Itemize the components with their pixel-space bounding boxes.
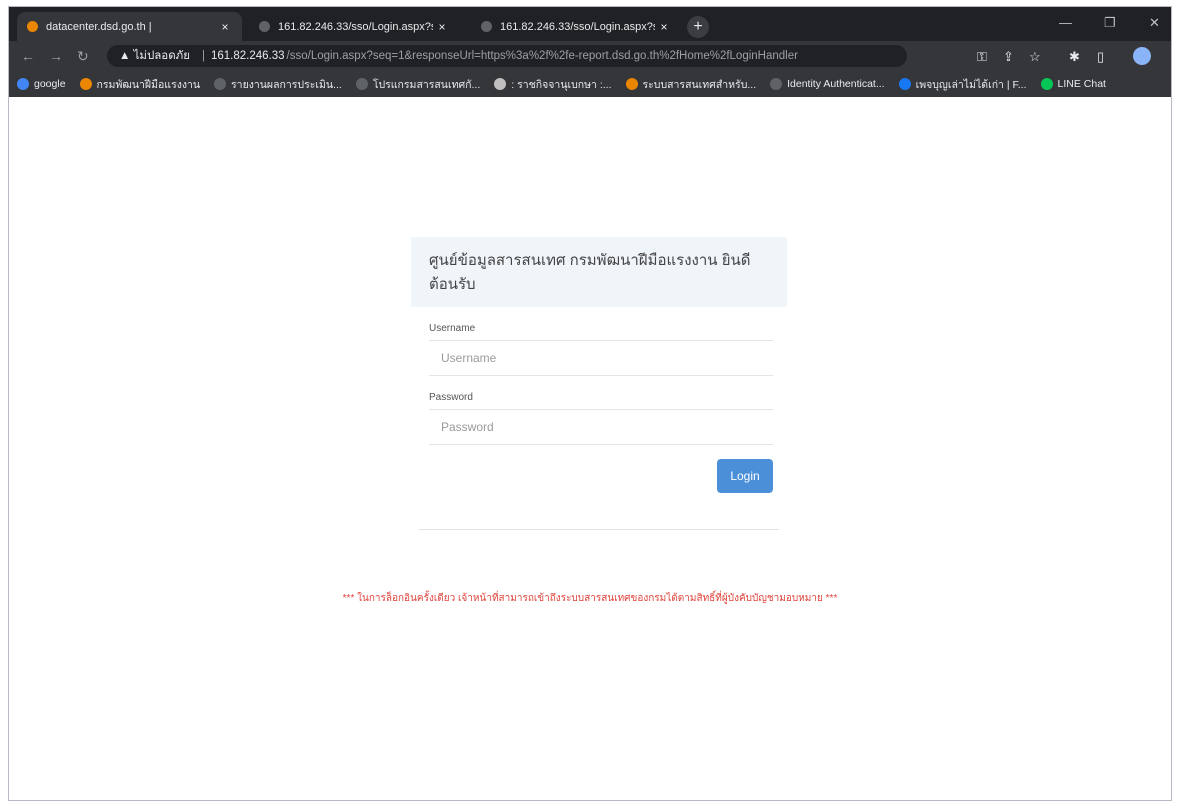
tab-title: datacenter.dsd.go.th | [46,20,152,33]
password-field-wrap [429,409,773,445]
bookmark-gazette[interactable]: : ราชกิจจานุเบกษา :... [494,76,612,93]
bookmark-favicon-icon [625,78,638,90]
tab-title: 161.82.246.33/sso/Login.aspx?se [278,20,433,33]
site-favicon-icon [259,21,270,32]
bookmark-label: ระบบสารสนเทศสำหรับ... [642,78,757,91]
password-label: Password [429,392,473,403]
close-tab-icon[interactable]: × [655,20,673,34]
bookmark-facebook-page[interactable]: เพจบุญเล่าไม่ได้เก่า | F... [898,76,1027,93]
bookmark-report[interactable]: รายงานผลการประเมิน... [214,76,342,93]
login-panel: ศูนย์ข้อมูลสารสนเทศ กรมพัฒนาฝีมือแรงงาน … [411,237,787,530]
security-warning[interactable]: ▲ ไม่ปลอดภัย [119,47,190,65]
bookmark-favicon-icon [898,78,911,90]
bookmark-label: กรมพัฒนาฝีมือแรงงาน [96,78,201,91]
bookmark-dsd[interactable]: กรมพัฒนาฝีมือแรงงาน [79,76,201,93]
bookmark-favicon-icon [1040,78,1053,90]
share-icon[interactable]: ⇪ [1003,49,1014,65]
profile-avatar[interactable] [1133,47,1151,65]
bookmark-info-system[interactable]: ระบบสารสนเทศสำหรับ... [625,76,757,93]
bookmark-label: รายงานผลการประเมิน... [231,78,342,91]
username-label: Username [429,323,476,334]
browser-window: datacenter.dsd.go.th | × 161.82.246.33/s… [8,6,1172,801]
title-bar: datacenter.dsd.go.th | × 161.82.246.33/s… [9,7,1171,41]
tab-title: 161.82.246.33/sso/Login.aspx?se [500,20,655,33]
bookmarks-bar: google กรมพัฒนาฝีมือแรงงาน รายงานผลการปร… [9,71,1171,97]
username-field-wrap [429,340,773,376]
url-separator: | [201,50,205,62]
tab-sso-login-2[interactable]: 161.82.246.33/sso/Login.aspx?se × [471,12,681,41]
bookmark-favicon-icon [355,78,368,90]
forward-icon[interactable]: → [49,48,63,64]
extensions-icon[interactable]: ✱ [1069,49,1080,65]
login-actions: Login [411,445,787,505]
restore-icon[interactable]: ❐ [1104,15,1116,31]
bookmark-favicon-icon [79,78,92,90]
bookmark-label: เพจบุญเล่าไม่ได้เก่า | F... [915,78,1027,91]
close-tab-icon[interactable]: × [433,20,451,34]
page-content: ศูนย์ข้อมูลสารสนเทศ กรมพัฒนาฝีมือแรงงาน … [9,97,1171,800]
url-path: /sso/Login.aspx?seq=1&responseUrl=https%… [286,50,798,62]
url-host: 161.82.246.33 [210,50,285,62]
password-input[interactable] [429,410,773,444]
sso-notice: *** ในการล็อกอินครั้งเดียว เจ้าหน้าที่สา… [342,593,838,604]
bookmark-favicon-icon [17,78,29,90]
site-favicon-icon [481,21,492,32]
sidepanel-icon[interactable]: ▯ [1097,49,1104,65]
tab-datacenter[interactable]: datacenter.dsd.go.th | × [17,12,242,41]
login-button[interactable]: Login [717,459,773,493]
url-bar[interactable]: ▲ ไม่ปลอดภัย | 161.82.246.33 /sso/Login.… [107,45,907,67]
bookmark-google[interactable]: google [17,78,66,90]
address-bar-row: ← → ↻ ▲ ไม่ปลอดภัย | 161.82.246.33 /sso/… [9,41,1171,71]
close-tab-icon[interactable]: × [216,20,234,34]
close-window-icon[interactable]: ✕ [1149,15,1160,31]
bookmark-identity[interactable]: Identity Authenticat... [770,78,885,90]
bookmark-label: : ราชกิจจานุเบกษา :... [511,78,612,91]
bookmark-favicon-icon [494,78,507,90]
reload-icon[interactable]: ↻ [77,48,89,65]
login-header: ศูนย์ข้อมูลสารสนเทศ กรมพัฒนาฝีมือแรงงาน … [411,237,787,307]
tab-sso-login-1[interactable]: 161.82.246.33/sso/Login.aspx?se × [249,12,459,41]
bookmark-label: โปรแกรมสารสนเทศกั... [372,78,481,91]
back-icon[interactable]: ← [21,48,35,64]
minimize-icon[interactable]: — [1059,15,1072,30]
username-input[interactable] [429,341,773,375]
key-icon[interactable]: ⚿ [977,49,987,65]
bookmark-label: LINE Chat [1057,78,1106,90]
new-tab-button[interactable]: + [687,16,709,38]
bookmark-program[interactable]: โปรแกรมสารสนเทศกั... [355,76,481,93]
bookmark-label: google [34,78,66,90]
site-favicon-icon [27,21,38,32]
divider [419,529,779,530]
bookmark-favicon-icon [214,78,227,90]
star-icon[interactable]: ☆ [1029,49,1041,65]
bookmark-favicon-icon [770,78,783,90]
bookmark-label: Identity Authenticat... [787,78,885,90]
bookmark-line-chat[interactable]: LINE Chat [1040,78,1106,90]
